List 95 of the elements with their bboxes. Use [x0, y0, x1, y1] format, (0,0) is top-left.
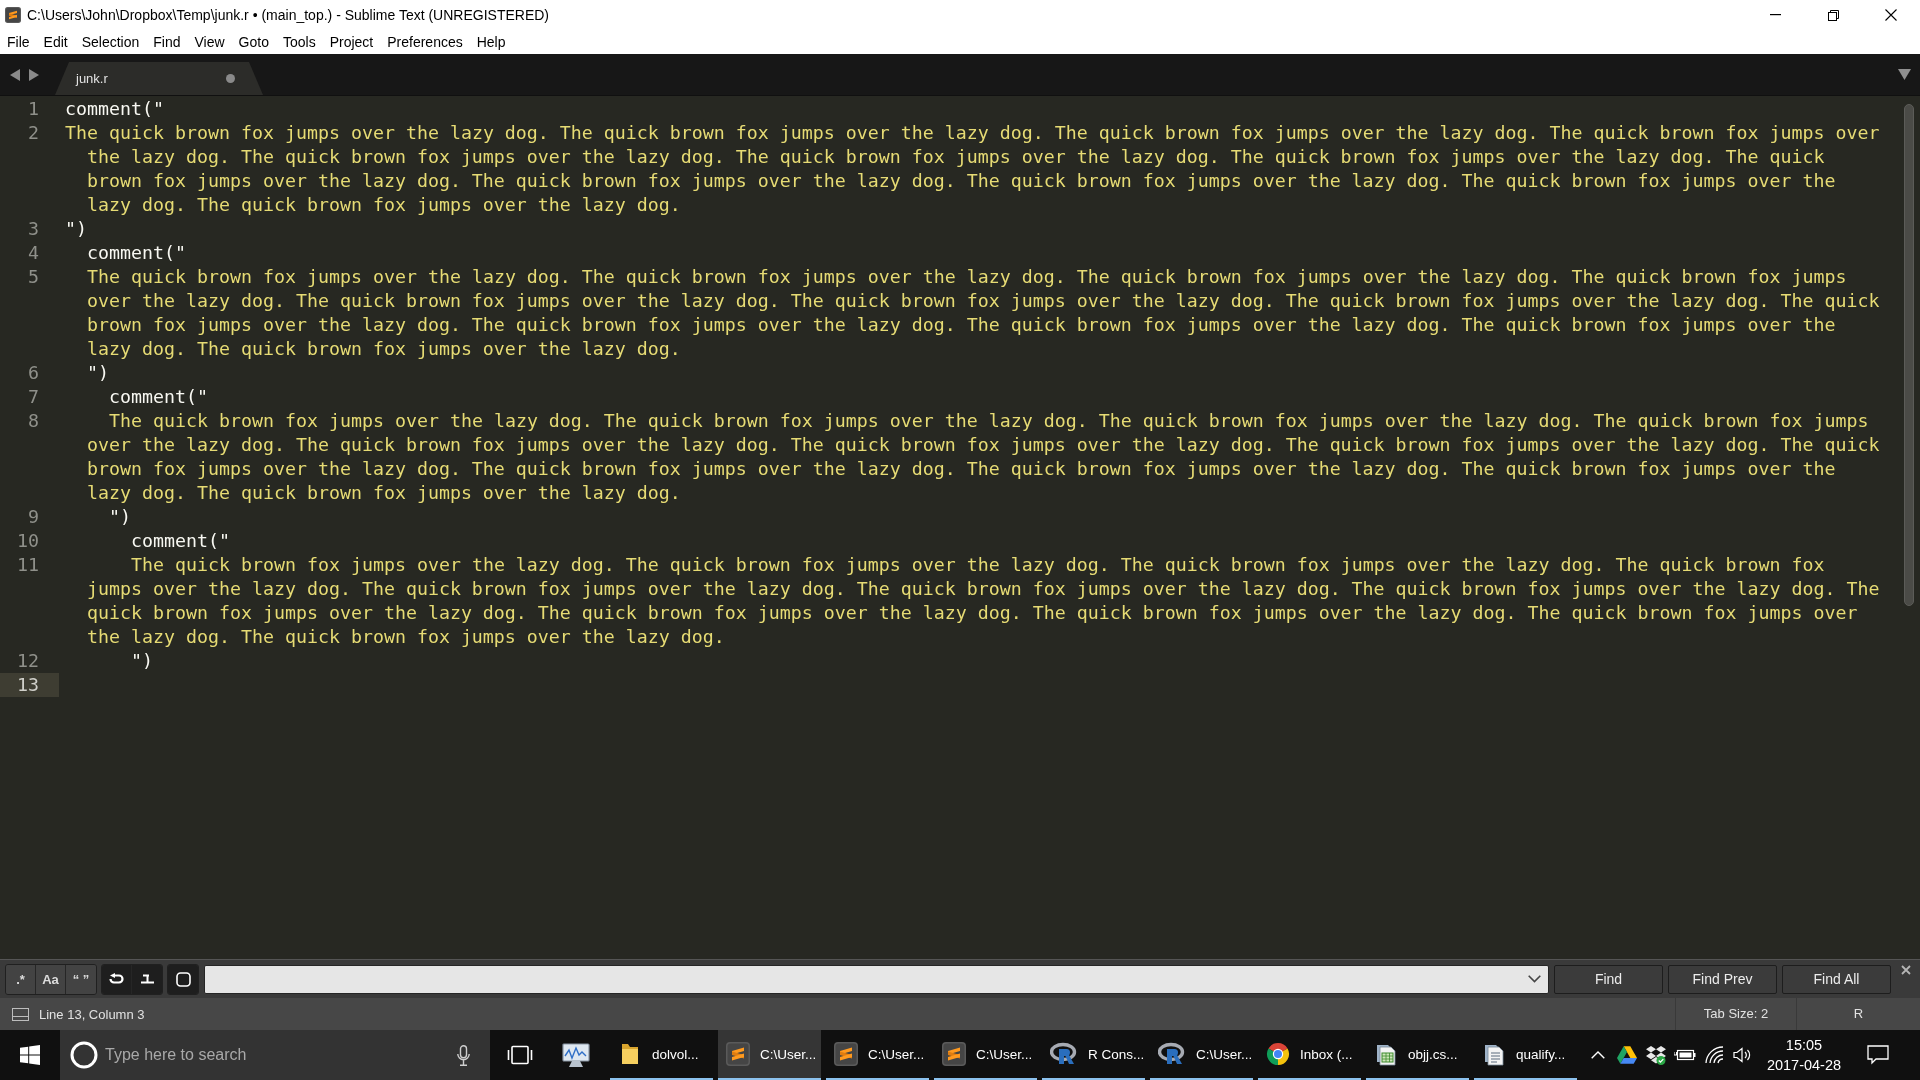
find-button[interactable]: Find Prev: [1668, 964, 1777, 994]
triangle-logo-icon: [1616, 1046, 1637, 1064]
taskbar-app-button[interactable]: Inbox (...: [1258, 1030, 1361, 1080]
code-line: comment(": [86, 241, 187, 265]
chevron-up-icon: [1590, 1051, 1605, 1059]
taskbar-app-button[interactable]: objj.cs...: [1366, 1030, 1469, 1080]
taskbar-app-button[interactable]: C:\User...: [826, 1030, 929, 1080]
menu-item[interactable]: Help: [469, 31, 513, 53]
find-button[interactable]: Find: [1554, 964, 1663, 994]
arrow-left-icon[interactable]: [10, 68, 20, 81]
microphone-icon[interactable]: [457, 1044, 470, 1066]
task-view-icon: [507, 1045, 533, 1065]
taskbar-app-button[interactable]: R Cons...: [1042, 1030, 1145, 1080]
chevron-down-icon[interactable]: [1528, 975, 1541, 983]
menu-item[interactable]: Edit: [36, 31, 75, 53]
box-logo-icon: [1645, 1045, 1666, 1065]
code-line: "): [130, 649, 154, 673]
code-line: comment(": [108, 385, 209, 409]
close-panel-button[interactable]: [1900, 964, 1912, 976]
line-number: 10: [16, 529, 40, 553]
menu-item[interactable]: Preferences: [380, 31, 470, 53]
line-number: 6: [27, 361, 40, 385]
code-line: "): [65, 217, 88, 241]
clock-date[interactable]: 2017-04-28: [1766, 1056, 1842, 1074]
ring-logo-icon: [1158, 1042, 1186, 1066]
ring-logo-icon: [1050, 1042, 1078, 1066]
menu-item[interactable]: Tools: [275, 31, 323, 53]
wrap-icon: [109, 972, 124, 986]
battery-icon: [1673, 1049, 1696, 1061]
code-line: comment(": [65, 97, 165, 121]
in-selection-icon: [139, 973, 155, 985]
option-toggle[interactable]: [132, 964, 162, 994]
taskbar-app-button[interactable]: C:\User...: [718, 1030, 821, 1080]
menu-item[interactable]: Find: [146, 31, 188, 53]
circle-icon: [70, 1041, 98, 1069]
clock-time[interactable]: 15:05: [1785, 1036, 1823, 1054]
monitor-chart-icon: [561, 1042, 591, 1068]
restore-icon: [1827, 9, 1839, 21]
line-number: 12: [16, 649, 40, 673]
volume-icon: [1732, 1047, 1753, 1063]
search-field[interactable]: Type here to search: [60, 1030, 490, 1080]
menu-item[interactable]: Goto: [231, 31, 276, 53]
window-title: C:\Users\John\Dropbox\Temp\junk.r • (main_top.) - Sublime Text (UNREGISTERED): [27, 7, 550, 23]
code-line: The quick brown fox jumps over the lazy dog. The quick brown fox jumps over the lazy dog. The quick brown fox jumps over the lazy dog. The quick brown fox jumps over the lazy dog. The quick brown fox jumps over the lazy dog. The quick brown fox jumps over the lazy dog. The quick brown fox jumps over the lazy dog. The quick brown fox jumps over the lazy dog. The quick brown fox jumps over the lazy dog. The quick brown fox jumps over the lazy dog. The quick brown fox jumps over the lazy dog. The quick brown fox jumps over the lazy dog.: [86, 265, 1881, 361]
document-file-icon: [1482, 1042, 1506, 1066]
wifi-icon: [1703, 1046, 1724, 1064]
taskbar-app-button[interactable]: qualify...: [1474, 1030, 1577, 1080]
app-icon: [834, 1042, 858, 1066]
dropdown-triangle-icon[interactable]: [1898, 69, 1911, 80]
line-number: 3: [27, 217, 40, 241]
message-icon: [1867, 1045, 1889, 1065]
line-number: 11: [16, 553, 40, 577]
spreadsheet-file-icon: [1374, 1042, 1398, 1066]
minimize-icon: [1769, 14, 1781, 16]
menu-item[interactable]: View: [187, 31, 232, 53]
line-number: 2: [27, 121, 40, 145]
find-button[interactable]: Find All: [1782, 964, 1891, 994]
code-line: "): [108, 505, 132, 529]
close-icon: [1885, 9, 1897, 21]
option-toggle[interactable]: .*: [6, 964, 36, 994]
cursor-position: Line 13, Column 3: [39, 1006, 145, 1022]
taskbar-app-button[interactable]: dolvol...: [610, 1030, 713, 1080]
menu-item[interactable]: Selection: [74, 31, 147, 53]
taskbar-app-button[interactable]: C:\User...: [1150, 1030, 1253, 1080]
arrow-right-icon[interactable]: [29, 68, 39, 81]
line-number: 7: [27, 385, 40, 409]
file-tab[interactable]: junk.r: [55, 62, 263, 95]
highlight-icon: [175, 971, 191, 987]
app-icon: [942, 1042, 966, 1066]
menu-item[interactable]: Project: [322, 31, 381, 53]
code-line: The quick brown fox jumps over the lazy dog. The quick brown fox jumps over the lazy dog. The quick brown fox jumps over the lazy dog. The quick brown fox jumps over the lazy dog. The quick brown fox jumps over the lazy dog. The quick brown fox jumps over the lazy dog. The quick brown fox jumps over the lazy dog. The quick brown fox jumps over the lazy dog. The quick brown fox jumps over the lazy dog. The quick brown fox jumps over the lazy dog. The quick brown fox jumps over the lazy dog. The quick brown fox jumps over the lazy dog.: [86, 409, 1881, 505]
taskbar-app-button[interactable]: C:\User...: [934, 1030, 1037, 1080]
option-toggle[interactable]: Aa: [36, 964, 66, 994]
line-number: 1: [27, 97, 40, 121]
close-icon: [1900, 964, 1912, 976]
line-number: 8: [27, 409, 40, 433]
code-line: The quick brown fox jumps over the lazy dog. The quick brown fox jumps over the lazy dog. The quick brown fox jumps over the lazy dog. The quick brown fox jumps over the lazy dog. The quick brown fox jumps over the lazy dog. The quick brown fox jumps over the lazy dog. The quick brown fox jumps over the lazy dog. The quick brown fox jumps over the lazy dog. The quick brown fox jumps over the lazy dog. The quick brown fox jumps over the lazy dog. The quick brown fox jumps over the lazy dog. The quick brown fox jumps over the lazy dog.: [65, 121, 1881, 217]
panel-icon[interactable]: [12, 1007, 29, 1021]
menu-item[interactable]: File: [0, 31, 37, 53]
line-number: 9: [27, 505, 40, 529]
option-toggle[interactable]: [102, 964, 132, 994]
line-number: 4: [27, 241, 40, 265]
unsaved-dot-icon[interactable]: [226, 74, 235, 83]
option-toggle[interactable]: “ ”: [66, 964, 96, 994]
find-input-field[interactable]: [204, 964, 1549, 994]
line-number: 5: [27, 265, 40, 289]
option-toggle[interactable]: [168, 964, 198, 994]
scrollbar-thumb[interactable]: [1904, 104, 1914, 606]
app-icon: [5, 7, 21, 23]
windows-logo-icon: [20, 1045, 40, 1065]
app-icon: [726, 1042, 750, 1066]
round-logo-icon: [1266, 1042, 1290, 1066]
code-line: comment(": [130, 529, 231, 553]
code-line: The quick brown fox jumps over the lazy dog. The quick brown fox jumps over the lazy dog. The quick brown fox jumps over the lazy dog. The quick brown fox jumps over the lazy dog. The quick brown fox jumps over the lazy dog. The quick brown fox jumps over the lazy dog. The quick brown fox jumps over the lazy dog. The quick brown fox jumps over the lazy dog. The quick brown fox jumps over the lazy dog. The quick brown fox jumps over the lazy dog. The quick brown fox jumps over the lazy dog. The quick brown fox jumps over the lazy dog.: [86, 553, 1881, 649]
code-line: "): [86, 361, 110, 385]
